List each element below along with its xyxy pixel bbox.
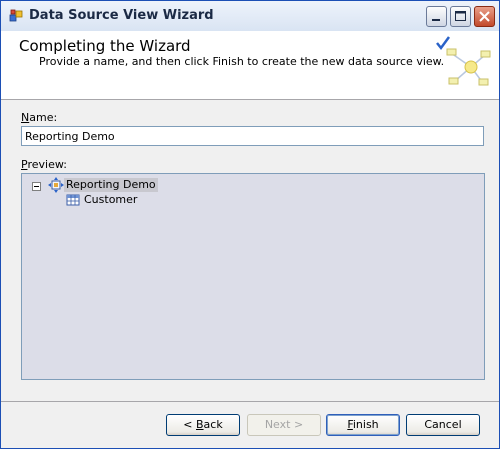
page-subtitle: Provide a name, and then click Finish to…	[39, 55, 445, 68]
close-icon	[479, 11, 490, 22]
preview-label: Preview:	[21, 158, 67, 171]
maximize-icon	[455, 11, 466, 21]
minimize-icon	[432, 19, 440, 21]
tree-node-customer[interactable]: Customer	[84, 193, 137, 207]
page-title: Completing the Wizard	[19, 37, 191, 55]
name-label-text: ame:	[29, 111, 58, 124]
back-button[interactable]: < Back	[166, 414, 240, 436]
window-title: Data Source View Wizard	[29, 8, 214, 23]
wizard-header: Completing the Wizard Provide a name, an…	[1, 31, 499, 100]
finish-button[interactable]: Finish	[326, 414, 400, 436]
title-bar[interactable]: Data Source View Wizard	[1, 1, 499, 32]
close-button[interactable]	[474, 6, 495, 27]
finish-button-text: inish	[352, 418, 379, 431]
data-source-view-icon	[48, 177, 64, 193]
back-button-text: ack	[203, 418, 223, 431]
table-icon	[66, 194, 80, 206]
wizard-window: Data Source View Wizard Completing the W…	[0, 0, 500, 449]
app-icon	[9, 9, 23, 22]
maximize-button[interactable]	[450, 6, 471, 27]
tree-node-root[interactable]: Reporting Demo	[64, 178, 158, 192]
cancel-button[interactable]: Cancel	[406, 414, 480, 436]
name-input[interactable]	[21, 126, 484, 146]
name-label-accesskey: N	[21, 111, 30, 124]
minimize-button[interactable]	[426, 6, 447, 27]
back-button-prefix: <	[183, 418, 196, 431]
back-button-accesskey: B	[196, 418, 204, 431]
wizard-graphic-icon	[436, 36, 491, 86]
preview-label-text: review:	[27, 158, 67, 171]
next-button[interactable]: Next >	[247, 414, 321, 436]
tree-collapse-toggle[interactable]	[32, 182, 41, 191]
footer-divider	[1, 401, 499, 402]
preview-tree[interactable]: Reporting Demo Customer	[21, 173, 485, 380]
name-label: Name:	[21, 111, 57, 124]
